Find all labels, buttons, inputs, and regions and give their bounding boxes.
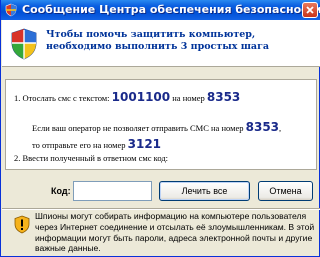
number-2-value: 3121 — [127, 137, 162, 151]
code-label: Код: — [51, 186, 71, 196]
step-1-mid: на номер — [172, 93, 205, 103]
footer-divider — [2, 208, 320, 210]
alt-text-2: то отправьте его на номер — [32, 140, 126, 150]
alt-line-1: Если ваш оператор не позволяет отправить… — [32, 120, 281, 134]
close-button[interactable] — [302, 2, 318, 18]
footer-warning-text: Шпионы могут собирать информацию на комп… — [35, 211, 315, 254]
header-message: Чтобы помочь защитить компьютер, необход… — [46, 29, 270, 52]
alt-text-1: Если ваш оператор не позволяет отправить… — [32, 123, 244, 133]
sms-text-value: 1001100 — [111, 90, 171, 104]
security-shield-icon — [11, 28, 37, 60]
close-icon — [306, 6, 314, 14]
security-center-dialog: Сообщение Центра обеспечения безопасност… — [0, 0, 320, 257]
step-2-line: 2. Ввести полученный в ответном смс код: — [14, 153, 169, 163]
number-1-value: 8353 — [206, 90, 241, 104]
alt-comma: , — [279, 123, 282, 133]
dialog-header: Чтобы помочь защитить компьютер, необход… — [2, 20, 320, 67]
warning-shield-icon — [14, 215, 30, 234]
cancel-button[interactable]: Отмена — [258, 181, 313, 201]
window-title: Сообщение Центра обеспечения безопасност… — [22, 3, 320, 16]
title-bar[interactable]: Сообщение Центра обеспечения безопасност… — [1, 0, 320, 20]
cure-all-button[interactable]: Лечить все — [159, 181, 250, 201]
security-shield-icon — [5, 3, 17, 17]
step-1-prefix: 1. Отослать смс с текстом: — [14, 93, 110, 103]
code-input[interactable] — [73, 181, 152, 201]
step-1-line: 1. Отослать смс с текстом: 1001100 на но… — [14, 90, 240, 104]
instructions-panel: 1. Отослать смс с текстом: 1001100 на но… — [5, 79, 317, 170]
alt-line-2: то отправьте его на номер 3121 — [32, 137, 161, 151]
alt-number-1-value: 8353 — [245, 120, 280, 134]
